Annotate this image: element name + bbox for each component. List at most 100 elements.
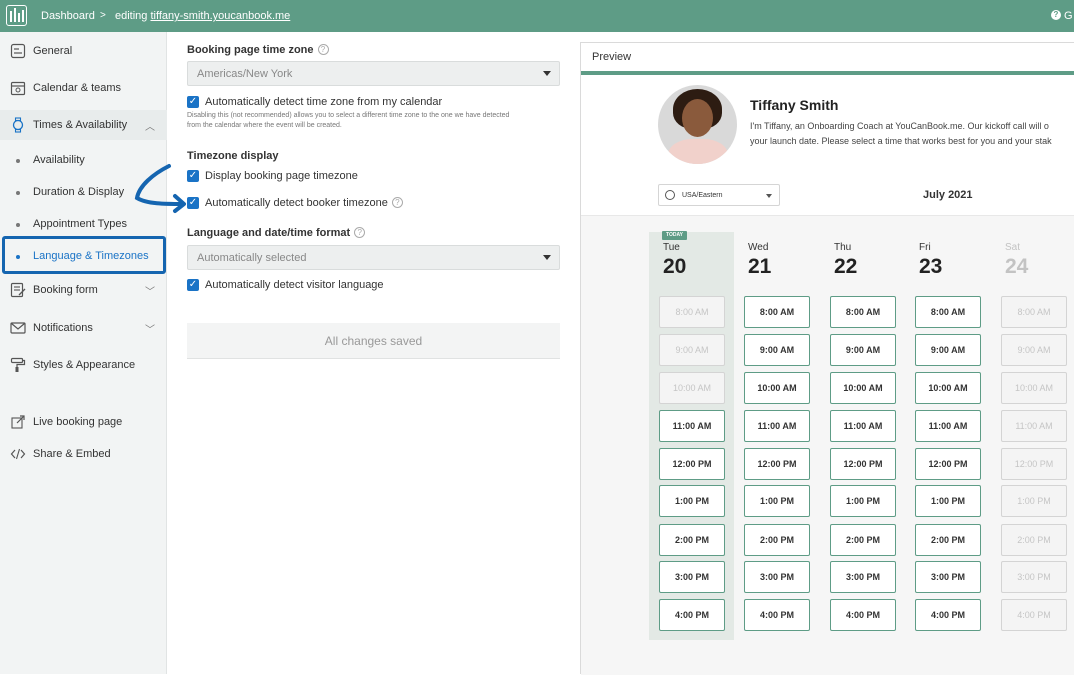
hint-line: Disabling this (not recommended) allows …	[187, 112, 510, 119]
avatar	[658, 85, 737, 164]
breadcrumb-dashboard[interactable]: Dashboard	[41, 10, 95, 22]
time-slot-button[interactable]: 8:00 AM	[830, 296, 896, 328]
sidebar-subitem-label: Appointment Types	[33, 218, 127, 230]
general-icon	[10, 43, 26, 59]
time-slot-button[interactable]: 4:00 PM	[744, 599, 810, 631]
day-header: Wed 21	[748, 242, 828, 279]
form-icon	[10, 282, 26, 298]
time-slot-button[interactable]: 10:00 AM	[830, 372, 896, 404]
app-logo-icon[interactable]	[6, 5, 27, 26]
preview-header: Preview	[581, 43, 1074, 71]
help-circle-icon[interactable]: ?	[317, 44, 329, 55]
display-timezone-checkbox[interactable]: ✓	[187, 170, 199, 182]
time-slot-button[interactable]: 3:00 PM	[744, 561, 810, 593]
annotation-arrow-icon	[134, 164, 186, 213]
time-slot-button[interactable]: 2:00 PM	[659, 524, 725, 556]
time-slot-button: 10:00 AM	[1001, 372, 1067, 404]
sidebar-item-live-booking-page[interactable]: Live booking page	[0, 407, 167, 437]
booking-page-link[interactable]: tiffany-smith.youcanbook.me	[150, 10, 290, 22]
preview-panel: Preview Tiffany Smith I'm Tiffany, an On…	[580, 42, 1074, 675]
host-name: Tiffany Smith	[750, 97, 839, 113]
sidebar: General Calendar & teams Times & Availab…	[0, 32, 167, 674]
sidebar-item-styles-appearance[interactable]: Styles & Appearance	[0, 350, 167, 380]
time-slot-button: 9:00 AM	[659, 334, 725, 366]
save-status-bar: All changes saved	[187, 323, 560, 359]
time-slot-button[interactable]: 10:00 AM	[915, 372, 981, 404]
time-slot-button[interactable]: 10:00 AM	[744, 372, 810, 404]
day-header: Tue 20	[663, 242, 743, 279]
detect-language-checkbox[interactable]: ✓	[187, 279, 199, 291]
help-icon[interactable]: ?	[1051, 10, 1061, 20]
sidebar-subitem-label: Availability	[33, 154, 85, 166]
time-slot-button: 9:00 AM	[1001, 334, 1067, 366]
sidebar-item-label: Styles & Appearance	[33, 359, 136, 371]
time-slot-button[interactable]: 3:00 PM	[659, 561, 725, 593]
time-slot-button[interactable]: 12:00 PM	[915, 448, 981, 480]
sidebar-item-label: Booking form	[33, 284, 98, 296]
bullet-icon	[16, 223, 20, 227]
time-slot-button[interactable]: 2:00 PM	[915, 524, 981, 556]
time-slot-button[interactable]: 8:00 AM	[915, 296, 981, 328]
time-slot-button: 11:00 AM	[1001, 410, 1067, 442]
time-slot-button[interactable]: 4:00 PM	[659, 599, 725, 631]
sidebar-item-label: Notifications	[33, 322, 93, 334]
time-slot-button[interactable]: 11:00 AM	[659, 410, 725, 442]
time-slot-button[interactable]: 9:00 AM	[915, 334, 981, 366]
detect-language-label: Automatically detect visitor language	[205, 279, 384, 291]
preview-timezone-value: USA/Eastern	[682, 192, 723, 199]
time-slot-button[interactable]: 4:00 PM	[915, 599, 981, 631]
preview-timezone-select[interactable]: USA/Eastern	[658, 184, 780, 206]
timezone-heading: Booking page time zone?	[187, 44, 329, 56]
time-slot-button[interactable]: 1:00 PM	[915, 485, 981, 517]
sidebar-subitem-label: Duration & Display	[33, 186, 125, 198]
topbar-right-text[interactable]: G	[1064, 10, 1073, 22]
bullet-icon	[16, 159, 20, 163]
timezone-select[interactable]: Americas/New York	[187, 61, 560, 86]
bullet-icon	[16, 191, 20, 195]
mail-icon	[10, 322, 26, 334]
time-slot-button[interactable]: 11:00 AM	[744, 410, 810, 442]
sidebar-item-label: Live booking page	[33, 416, 123, 428]
detect-booker-timezone-label: Automatically detect booker timezone?	[205, 197, 403, 209]
time-slot-button[interactable]: 12:00 PM	[830, 448, 896, 480]
detect-booker-timezone-checkbox[interactable]: ✓	[187, 197, 199, 209]
time-slot-button[interactable]: 1:00 PM	[830, 485, 896, 517]
day-date: 21	[748, 255, 772, 278]
sidebar-item-notifications[interactable]: Notifications ﹀	[0, 313, 167, 343]
time-slot-button: 12:00 PM	[1001, 448, 1067, 480]
time-slot-button[interactable]: 4:00 PM	[830, 599, 896, 631]
sidebar-item-calendar-teams[interactable]: Calendar & teams	[0, 73, 167, 103]
chevron-down-icon: ﹀	[145, 287, 155, 298]
globe-icon	[665, 190, 675, 200]
time-slot-button[interactable]: 1:00 PM	[659, 485, 725, 517]
time-slot-button[interactable]: 8:00 AM	[744, 296, 810, 328]
paint-roller-icon	[10, 357, 26, 372]
time-slot-button[interactable]: 12:00 PM	[744, 448, 810, 480]
day-name: Tue	[663, 242, 680, 253]
time-slot-button[interactable]: 9:00 AM	[744, 334, 810, 366]
time-slot-button[interactable]: 11:00 AM	[830, 410, 896, 442]
time-slot-button[interactable]: 1:00 PM	[744, 485, 810, 517]
time-slot-button[interactable]: 2:00 PM	[744, 524, 810, 556]
timezone-display-heading: Timezone display	[187, 150, 279, 162]
time-slot-button[interactable]: 2:00 PM	[830, 524, 896, 556]
help-circle-icon[interactable]: ?	[354, 227, 366, 238]
language-select[interactable]: Automatically selected	[187, 245, 560, 270]
timezone-heading-text: Booking page time zone	[187, 44, 314, 56]
sidebar-item-general[interactable]: General	[0, 36, 167, 66]
time-slot-button[interactable]: 12:00 PM	[659, 448, 725, 480]
time-slot-button[interactable]: 11:00 AM	[915, 410, 981, 442]
auto-detect-timezone-checkbox[interactable]: ✓	[187, 96, 199, 108]
time-slot-button: 8:00 AM	[1001, 296, 1067, 328]
time-slot-button[interactable]: 3:00 PM	[830, 561, 896, 593]
time-slot-button: 3:00 PM	[1001, 561, 1067, 593]
help-circle-icon[interactable]: ?	[391, 197, 403, 208]
time-slot-button: 2:00 PM	[1001, 524, 1067, 556]
sidebar-item-times-availability[interactable]: Times & Availability ︿	[0, 110, 167, 140]
sidebar-item-booking-form[interactable]: Booking form ﹀	[0, 275, 167, 305]
time-slot-button[interactable]: 3:00 PM	[915, 561, 981, 593]
sidebar-item-share-embed[interactable]: Share & Embed	[0, 439, 167, 469]
month-label: July 2021	[923, 189, 973, 201]
time-slot-button: 10:00 AM	[659, 372, 725, 404]
time-slot-button[interactable]: 9:00 AM	[830, 334, 896, 366]
